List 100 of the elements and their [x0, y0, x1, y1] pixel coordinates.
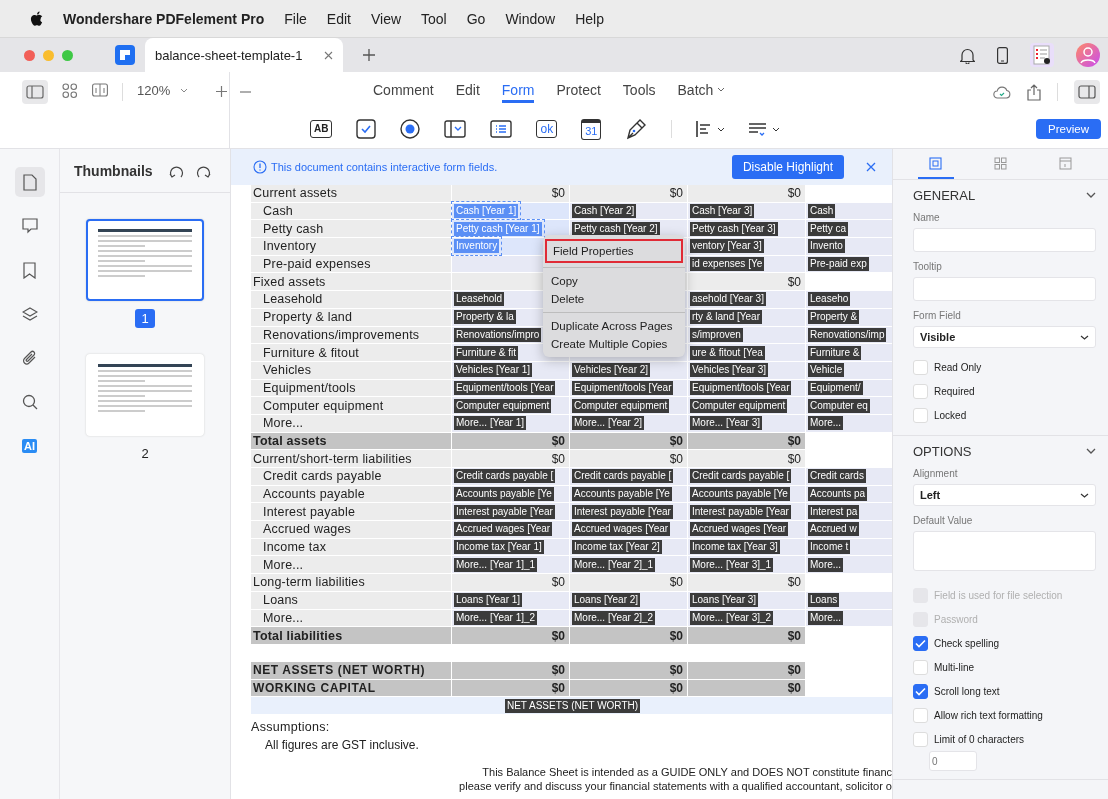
form-field[interactable]: Pre-paid exp	[808, 257, 869, 272]
form-field[interactable]: rty & land [Year	[690, 310, 762, 325]
form-field[interactable]: asehold [Year 3]	[690, 292, 766, 307]
form-field[interactable]: Accounts payable [Ye	[572, 487, 672, 502]
preview-button[interactable]: Preview	[1036, 119, 1101, 139]
menu-item[interactable]: Go	[466, 10, 486, 27]
form-field[interactable]: NET ASSETS (NET WORTH)	[504, 698, 641, 713]
apple-logo-icon[interactable]	[30, 11, 43, 26]
form-field[interactable]: Credit cards payable [	[454, 469, 556, 484]
form-field[interactable]: Accounts payable [Ye	[454, 487, 554, 502]
form-field[interactable]: Property & la	[454, 310, 516, 325]
new-tab-icon[interactable]	[363, 49, 376, 61]
form-field[interactable]: More... [Year 3]_2	[690, 610, 774, 625]
form-field[interactable]: Credit cards payable [	[690, 469, 792, 484]
zoom-in-icon[interactable]	[216, 86, 228, 97]
form-field[interactable]: Credit cards payable [	[572, 469, 674, 484]
form-field[interactable]: Loans [Year 3]	[690, 593, 759, 608]
form-field[interactable]: Petty ca	[808, 221, 849, 236]
form-field[interactable]: More...	[808, 416, 844, 431]
checklist-icon[interactable]	[1030, 43, 1054, 67]
form-field[interactable]: More...	[808, 610, 844, 625]
sidebar-toggle-icon[interactable]	[22, 80, 48, 104]
chevron-icon[interactable]	[1086, 192, 1096, 198]
date-field-tool[interactable]: 31	[581, 118, 602, 140]
close-window-icon[interactable]	[24, 49, 35, 61]
form-field[interactable]: Income tax [Year 1]	[454, 540, 544, 555]
form-field[interactable]: Furniture &	[808, 345, 862, 360]
mode-tab[interactable]: Batch	[677, 81, 726, 103]
menu-item[interactable]: Delete	[543, 290, 685, 308]
avatar-icon[interactable]	[1076, 43, 1100, 67]
grid-view-icon[interactable]	[62, 83, 78, 99]
form-field[interactable]: Accounts pa	[808, 487, 868, 502]
form-field[interactable]: Loans [Year 1]	[454, 593, 523, 608]
radio-button-tool-icon[interactable]	[400, 119, 421, 139]
form-field[interactable]: More... [Year 2]_2	[572, 610, 656, 625]
form-field[interactable]: Vehicles [Year 3]	[690, 363, 769, 378]
align-dropdown[interactable]	[696, 121, 726, 137]
form-field[interactable]: Vehicles [Year 2]	[572, 363, 651, 378]
form-field[interactable]: ventory [Year 3]	[690, 239, 764, 254]
form-field[interactable]: id expenses [Ye	[690, 257, 765, 272]
form-field[interactable]: Computer equipment	[690, 398, 788, 413]
form-field[interactable]: More...	[808, 557, 844, 572]
form-field[interactable]: Furniture & fit	[454, 345, 519, 360]
form-field[interactable]: Accrued wages [Year	[454, 522, 553, 537]
alignment-select[interactable]: Left	[913, 484, 1096, 506]
form-field[interactable]: Equipment/tools [Year	[690, 380, 792, 395]
menu-item[interactable]: Copy	[543, 272, 685, 290]
default-value-field[interactable]	[913, 531, 1096, 571]
checkbox[interactable]	[913, 635, 928, 651]
form-field[interactable]: Vehicles [Year 1]	[454, 363, 533, 378]
share-icon[interactable]	[1027, 83, 1041, 101]
form-field[interactable]: Income t	[808, 540, 851, 555]
form-field[interactable]: Loans [Year 2]	[572, 593, 641, 608]
character-limit-field[interactable]: 0	[929, 751, 977, 771]
chevron-icon[interactable]	[1086, 448, 1096, 454]
form-field[interactable]: Accounts payable [Ye	[690, 487, 790, 502]
form-field[interactable]: Interest payable [Year	[690, 504, 791, 519]
form-field[interactable]: More... [Year 1]	[454, 416, 526, 431]
rotate-left-icon[interactable]	[168, 163, 184, 178]
menu-item[interactable]: Duplicate Across Pages	[543, 317, 685, 335]
close-icon[interactable]	[324, 50, 334, 60]
disable-highlight-button[interactable]: Disable Highlight	[731, 155, 844, 179]
name-field[interactable]	[913, 228, 1096, 252]
form-field[interactable]: Cash [Year 2]	[572, 204, 637, 219]
form-field[interactable]: Interest pa	[808, 504, 860, 519]
menu-item[interactable]: File	[284, 10, 307, 27]
form-field[interactable]: More... [Year 2]_1	[572, 557, 656, 572]
form-field[interactable]: Equipment/tools [Year	[454, 380, 556, 395]
mode-tab[interactable]: Protect	[556, 81, 601, 103]
zoom-dropdown[interactable]: 120%	[137, 83, 189, 98]
menu-item[interactable]: Help	[575, 10, 604, 27]
form-field[interactable]: Computer equipment	[572, 398, 670, 413]
pen-nib-icon[interactable]	[625, 118, 648, 140]
document-tab[interactable]: balance-sheet-template-1	[145, 38, 344, 72]
checkbox-tool-icon[interactable]	[356, 119, 377, 139]
form-field[interactable]: Cash	[808, 204, 836, 219]
menu-item[interactable]: Window	[505, 10, 556, 27]
form-field[interactable]: Interest payable [Year	[572, 504, 673, 519]
menu-item[interactable]: Field Properties	[545, 239, 683, 263]
cloud-icon[interactable]	[993, 85, 1011, 99]
form-field[interactable]: Invento	[808, 239, 845, 254]
form-field[interactable]: s/improven	[690, 327, 743, 342]
distribute-dropdown[interactable]	[749, 121, 781, 137]
list-box-tool-icon[interactable]	[490, 120, 513, 138]
mode-tab[interactable]: Edit	[455, 81, 480, 103]
app-name[interactable]: Wondershare PDFelement Pro	[63, 10, 265, 27]
form-field[interactable]: Credit cards	[808, 469, 866, 484]
two-page-view-icon[interactable]	[92, 83, 108, 97]
form-field[interactable]: Loans	[808, 593, 840, 608]
form-field[interactable]: Computer eq	[808, 398, 870, 413]
text-field-tool[interactable]: AB	[310, 120, 333, 138]
form-field[interactable]: Accrued wages [Year	[572, 522, 671, 537]
dropdown-tool-icon[interactable]	[444, 120, 467, 138]
form-field[interactable]: Equipment/tools [Year	[572, 380, 674, 395]
rail-button[interactable]	[14, 167, 45, 197]
form-field[interactable]: More... [Year 1]_2	[454, 610, 538, 625]
form-field[interactable]: Leasehold	[454, 292, 505, 307]
form-field[interactable]: More... [Year 3]	[690, 416, 762, 431]
phone-icon[interactable]	[997, 46, 1008, 64]
form-field[interactable]: Renovations/impro	[454, 327, 542, 342]
